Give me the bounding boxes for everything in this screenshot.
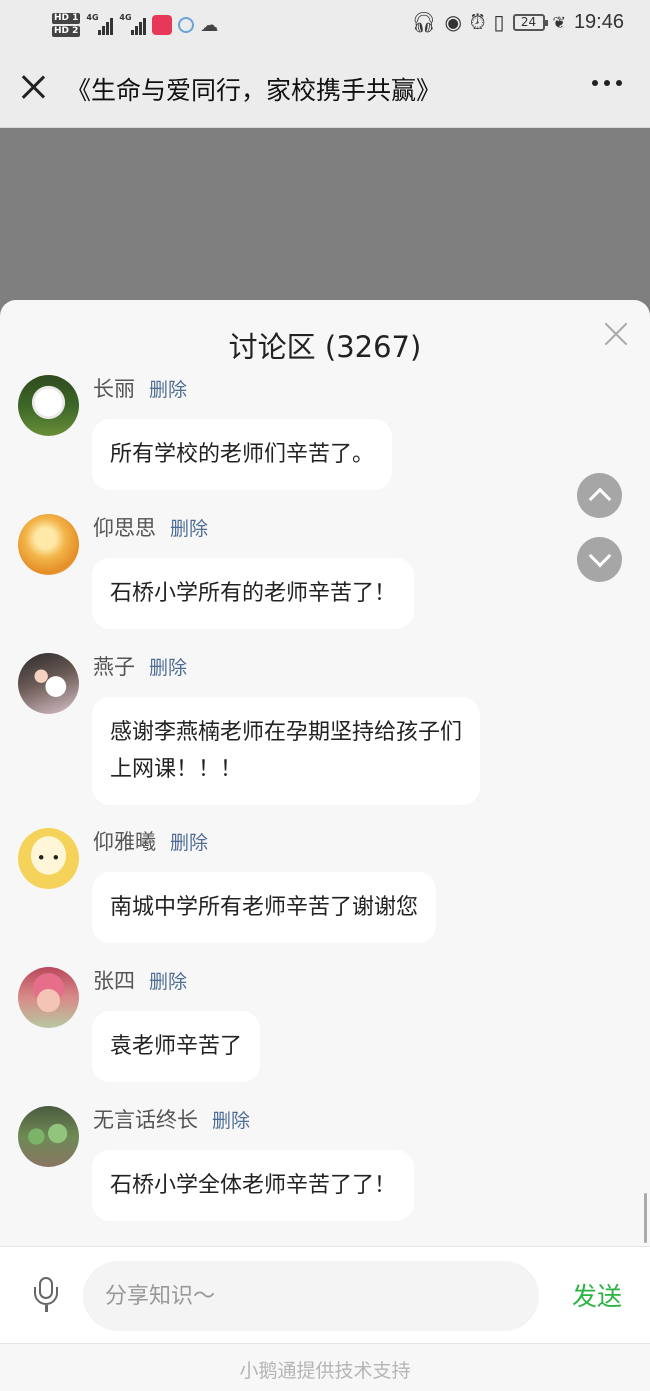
username-text: 长丽 xyxy=(93,377,135,401)
username-text: 仰思思 xyxy=(93,516,156,540)
leaf-icon: ❦ xyxy=(552,12,566,32)
message-bubble: 南城中学所有老师辛苦了谢谢您 xyxy=(92,872,437,943)
username: 燕子 删除 xyxy=(93,651,187,681)
delete-link[interactable]: 删除 xyxy=(212,1110,250,1132)
comment-input[interactable] xyxy=(83,1261,539,1331)
delete-link[interactable]: 删除 xyxy=(149,657,187,679)
network-type-1: 4G xyxy=(86,13,99,22)
username: 无言话终长 删除 xyxy=(93,1104,250,1134)
network-type-2: 4G xyxy=(119,13,132,22)
delete-link[interactable]: 删除 xyxy=(149,379,187,401)
eye-icon: ◉ xyxy=(444,10,462,34)
status-left: HD 1 HD 2 4G 4G ☁ xyxy=(52,7,218,43)
username-text: 张四 xyxy=(93,969,135,993)
more-menu-icon[interactable] xyxy=(592,80,622,86)
message-bubble: 石桥小学所有的老师辛苦了！ xyxy=(92,558,415,629)
headphone-icon: 🎧︎ xyxy=(411,10,437,34)
username: 张四 删除 xyxy=(93,965,187,995)
delete-link[interactable]: 删除 xyxy=(170,518,208,540)
username-text: 仰雅曦 xyxy=(93,830,156,854)
avatar[interactable] xyxy=(18,375,79,436)
clock: 19:46 xyxy=(573,10,624,33)
status-bar: HD 1 HD 2 4G 4G ☁ 🎧︎ ◉ ⏰︎ ▯ 24 ❦ 19:46 xyxy=(0,0,650,50)
avatar[interactable] xyxy=(18,828,79,889)
hd2-badge: HD 2 xyxy=(52,26,81,37)
battery-icon: 24 xyxy=(512,13,548,31)
hd1-badge: HD 1 xyxy=(52,13,81,24)
message-bubble: 袁老师辛苦了 xyxy=(92,1011,261,1082)
discussion-title: 讨论区 (3267) xyxy=(228,330,422,364)
vibrate-icon: ▯ xyxy=(493,10,505,34)
hd-indicators: HD 1 HD 2 xyxy=(52,13,81,37)
scrollbar[interactable] xyxy=(644,1193,647,1243)
composer-bar: 发送 xyxy=(0,1246,650,1344)
username: 仰雅曦 删除 xyxy=(93,826,208,856)
avatar[interactable] xyxy=(18,514,79,575)
avatar[interactable] xyxy=(18,653,79,714)
scroll-up-button[interactable] xyxy=(577,473,622,518)
alarm-icon: ⏰︎ xyxy=(469,10,486,34)
notification-app-icon-2 xyxy=(178,17,195,33)
signal-icon: 4G xyxy=(86,13,114,35)
notification-app-icon xyxy=(152,15,173,35)
scroll-down-button[interactable] xyxy=(577,537,622,582)
message-bubble: 石桥小学全体老师辛苦了了！ xyxy=(92,1150,415,1221)
username-text: 无言话终长 xyxy=(93,1108,198,1132)
message-bubble: 感谢李燕楠老师在孕期坚持给孩子们 上网课！！！ xyxy=(92,697,481,805)
signal-icon-2: 4G xyxy=(119,13,147,35)
weather-icon: ☁ xyxy=(200,14,219,36)
avatar[interactable] xyxy=(18,1106,79,1167)
powered-by-footer: 小鹅通提供技术支持 xyxy=(239,1360,411,1382)
username-text: 燕子 xyxy=(93,655,135,679)
title-bar: 《生命与爱同行，家校携手共赢》 xyxy=(0,50,650,128)
panel-close-icon[interactable] xyxy=(604,322,628,346)
username: 仰思思 删除 xyxy=(93,512,208,542)
send-button[interactable]: 发送 xyxy=(572,1277,622,1313)
message-bubble: 所有学校的老师们辛苦了。 xyxy=(92,419,393,490)
microphone-icon[interactable] xyxy=(34,1277,58,1313)
status-right: 🎧︎ ◉ ⏰︎ ▯ 24 ❦ 19:46 xyxy=(411,10,624,34)
delete-link[interactable]: 删除 xyxy=(149,971,187,993)
delete-link[interactable]: 删除 xyxy=(170,832,208,854)
close-icon[interactable] xyxy=(18,72,48,102)
discussion-panel: 讨论区 (3267) 长丽 删除 所有学校的老师们辛苦了。 仰思思 删除 石桥小学所… xyxy=(0,300,650,1391)
avatar[interactable] xyxy=(18,967,79,1028)
username: 长丽 删除 xyxy=(93,373,187,403)
page-title: 《生命与爱同行，家校携手共赢》 xyxy=(66,76,442,105)
